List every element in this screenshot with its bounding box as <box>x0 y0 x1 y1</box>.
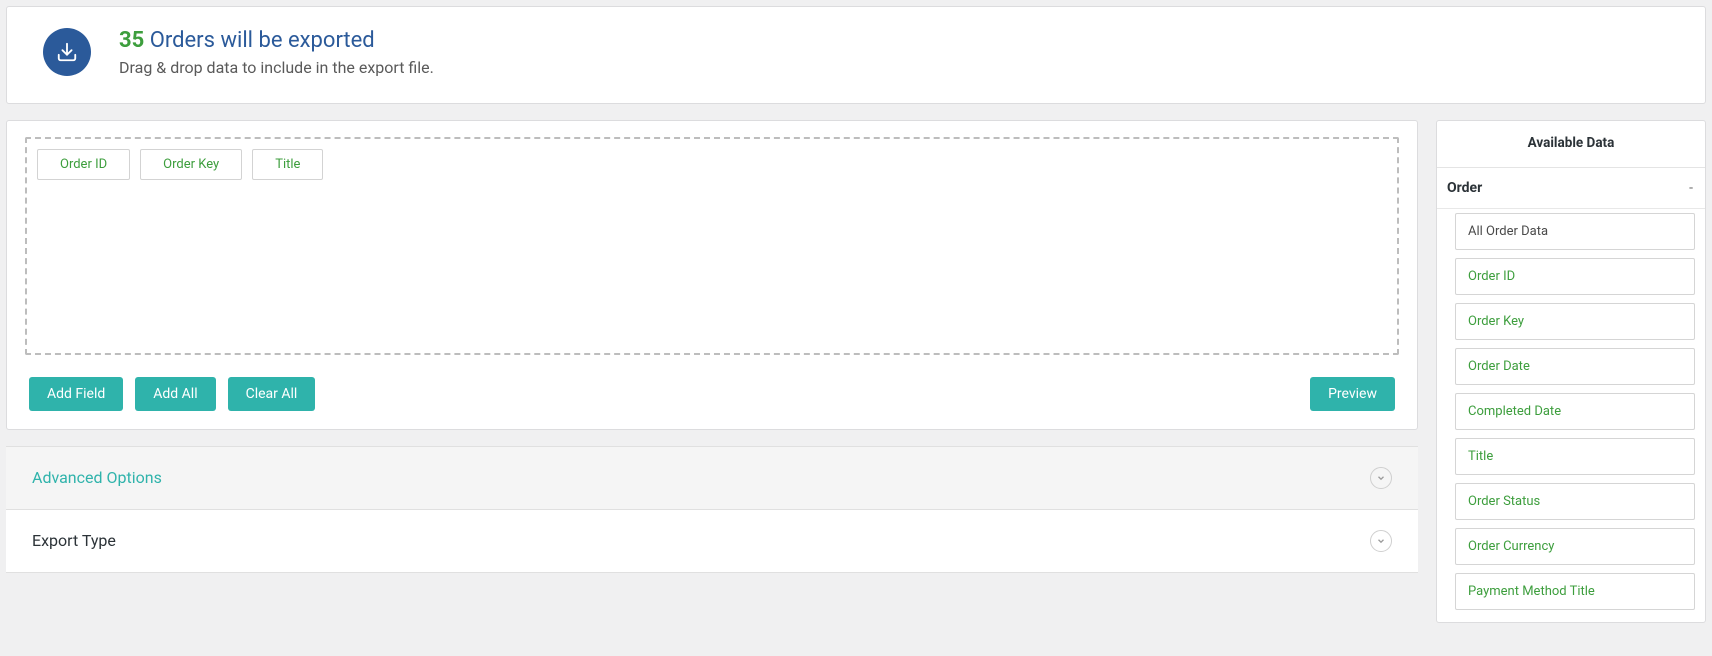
available-data-list: All Order Data Order ID Order Key Order Dat… <box>1437 209 1705 620</box>
advanced-options-accordion[interactable]: Advanced Options <box>6 447 1418 510</box>
available-data-item[interactable]: Order ID <box>1455 258 1695 295</box>
chevron-down-icon <box>1370 530 1392 552</box>
field-dropzone[interactable]: Order ID Order Key Title <box>25 137 1399 355</box>
advanced-options-title: Advanced Options <box>32 468 162 487</box>
available-data-scroll[interactable]: Order - All Order Data Order ID Order Key O… <box>1437 167 1705 622</box>
preview-button[interactable]: Preview <box>1310 377 1395 411</box>
download-icon <box>43 28 91 76</box>
order-group-header[interactable]: Order - <box>1437 168 1705 209</box>
collapse-icon: - <box>1689 180 1693 196</box>
available-data-panel: Available Data Order - All Order DataOrd… <box>1436 120 1706 623</box>
available-data-item[interactable]: Order Key <box>1455 303 1695 340</box>
export-count: 35 <box>119 28 144 53</box>
clear-all-button[interactable]: Clear All <box>228 377 316 411</box>
selected-field-chip[interactable]: Title <box>252 149 323 180</box>
available-data-item[interactable]: Title <box>1455 438 1695 475</box>
export-title: 35 Orders will be exported <box>119 27 434 56</box>
order-group-label: Order <box>1447 180 1482 196</box>
available-data-item[interactable]: All Order Data <box>1455 213 1695 250</box>
available-data-item[interactable]: Completed Date <box>1455 393 1695 430</box>
available-data-item[interactable]: Payment Method Title <box>1455 573 1695 610</box>
add-field-button[interactable]: Add Field <box>29 377 123 411</box>
export-type-accordion[interactable]: Export Type <box>6 510 1418 573</box>
available-data-title: Available Data <box>1437 121 1705 167</box>
available-data-item[interactable]: Order Currency <box>1455 528 1695 565</box>
export-type-title: Export Type <box>32 531 116 550</box>
accordion-group: Advanced Options Export Type <box>6 446 1418 573</box>
export-subtitle: Drag & drop data to include in the expor… <box>119 58 434 77</box>
selected-field-chip[interactable]: Order ID <box>37 149 130 180</box>
selected-field-chip[interactable]: Order Key <box>140 149 242 180</box>
available-data-item[interactable]: Order Status <box>1455 483 1695 520</box>
export-header: 35 Orders will be exported Drag & drop d… <box>6 6 1706 104</box>
add-all-button[interactable]: Add All <box>135 377 215 411</box>
builder-buttons: Add Field Add All Clear All Preview <box>25 377 1399 411</box>
builder-panel: Order ID Order Key Title Add Field Add All… <box>6 120 1418 430</box>
export-title-text: Orders will be exported <box>150 28 375 53</box>
chevron-down-icon <box>1370 467 1392 489</box>
available-data-item[interactable]: Order Date <box>1455 348 1695 385</box>
